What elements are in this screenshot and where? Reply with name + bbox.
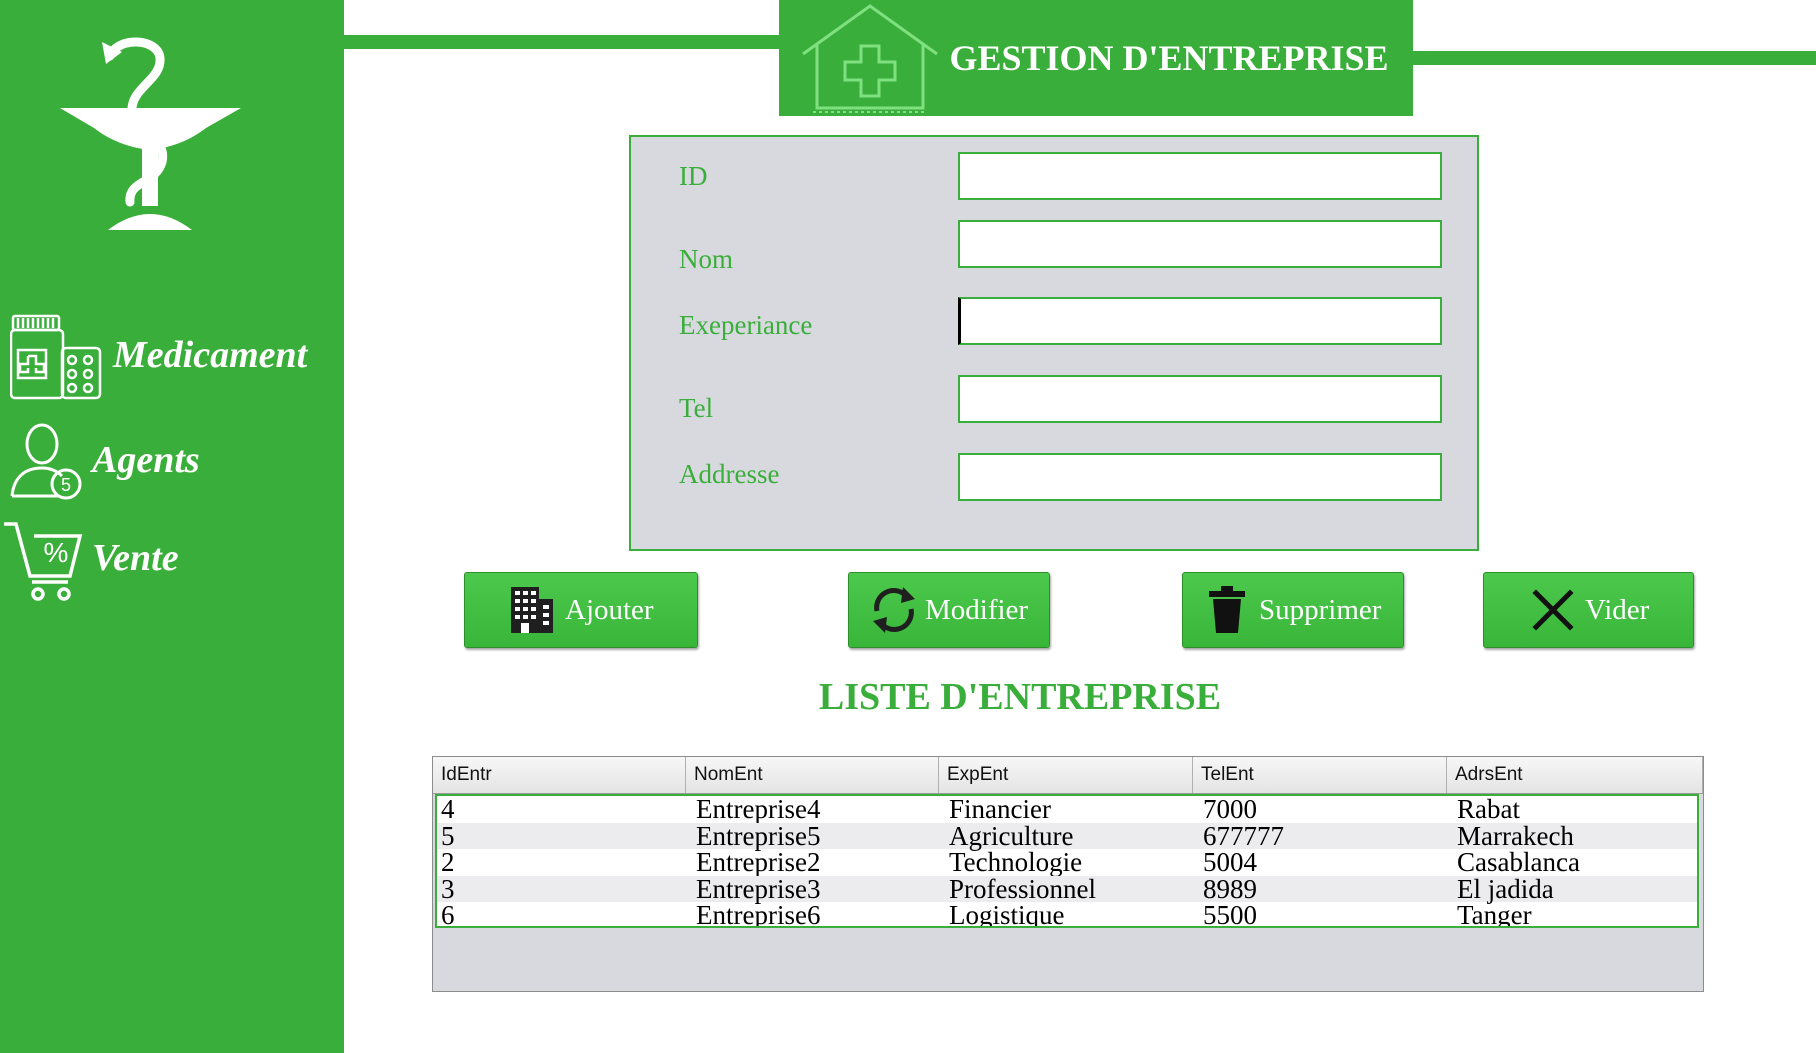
sidebar-item-label: Medicament [113,334,308,376]
cell-noment: Entreprise3 [696,873,821,904]
cell-adrsent: Marrakech [1457,820,1574,851]
sidebar-item-label: Agents [92,439,200,481]
sidebar-item-vente[interactable]: % Vente [0,518,344,601]
close-x-icon [1532,589,1574,631]
cell-expent: Agriculture [949,820,1074,851]
cell-identr: 6 [441,900,455,928]
cell-expent: Technologie [949,847,1083,877]
page-header: GESTION D'ENTREPRISE [779,0,1413,116]
cell-telent: 677777 [1203,820,1284,851]
list-title: LISTE D'ENTREPRISE [818,676,1222,718]
edit-button-label: Modifier [925,594,1029,626]
cell-adrsent: Tanger [1457,900,1532,928]
sidebar-item-agents[interactable]: 5 Agents [0,420,344,500]
agent-user-icon: 5 [10,423,82,500]
medicine-bottle-pills-icon [10,314,102,400]
cell-telent: 5004 [1203,847,1257,877]
cell-adrsent: El jadida [1457,873,1554,904]
column-header-identr[interactable]: IdEntr [433,757,686,793]
address-label: Addresse [679,459,780,489]
cell-telent: 7000 [1203,794,1257,824]
delete-button[interactable]: Supprimer [1182,572,1404,648]
clear-button-label: Vider [1585,594,1650,626]
building-icon [511,587,553,633]
cell-identr: 3 [441,873,455,904]
trash-icon [1209,586,1245,633]
table-row[interactable]: 2 Entreprise2 Technologie 5004 Casablanc… [437,849,1697,876]
cell-noment: Entreprise4 [696,794,821,824]
tel-label: Tel [679,393,714,423]
table-row[interactable]: 3 Entreprise3 Professionnel 8989 El jadi… [437,873,1697,904]
cell-noment: Entreprise2 [696,847,821,877]
experience-input[interactable] [958,297,1442,345]
cell-telent: 5500 [1203,900,1257,928]
cell-noment: Entreprise6 [696,900,821,928]
tel-input[interactable] [958,375,1442,423]
page-title: GESTION D'ENTREPRISE [949,38,1389,78]
cell-noment: Entreprise5 [696,820,821,851]
nom-input[interactable] [958,220,1442,268]
nom-label: Nom [679,244,733,274]
cell-expent: Financier [949,794,1051,824]
table-row[interactable]: 5 Entreprise5 Agriculture 677777 Marrake… [437,820,1697,851]
add-button[interactable]: Ajouter [464,572,698,648]
header-decor-line-left [344,35,780,49]
cell-adrsent: Casablanca [1457,847,1580,877]
table-header: IdEntr NomEnt ExpEnt TelEnt AdrsEnt [433,757,1703,794]
column-header-expent[interactable]: ExpEnt [939,757,1193,793]
clear-button[interactable]: Vider [1483,572,1694,648]
form-panel: ID Nom Exeperiance Tel Addresse [629,135,1479,551]
refresh-icon [873,587,915,633]
pharmacy-house-cross-icon [802,4,938,113]
svg-text:%: % [44,537,69,568]
id-label: ID [679,161,708,191]
header-decor-line-right [1412,51,1816,65]
cell-identr: 4 [441,794,455,824]
sidebar-item-label: Vente [92,537,179,579]
svg-text:5: 5 [61,475,71,495]
address-input[interactable] [958,453,1442,501]
cell-identr: 5 [441,820,455,851]
delete-button-label: Supprimer [1259,594,1382,626]
data-table: IdEntr NomEnt ExpEnt TelEnt AdrsEnt 4 En… [432,756,1704,992]
table-row[interactable]: 4 Entreprise4 Financier 7000 Rabat [437,796,1697,823]
sidebar-item-medicament[interactable]: Medicament [0,312,344,400]
edit-button[interactable]: Modifier [848,572,1050,648]
cell-identr: 2 [441,847,455,877]
cell-expent: Professionnel [949,873,1096,904]
column-header-noment[interactable]: NomEnt [686,757,939,793]
table-body: 4 Entreprise4 Financier 7000 Rabat 5 Ent… [435,794,1699,928]
sidebar: Medicament 5 Agents % Vente [0,0,344,1053]
column-header-telent[interactable]: TelEnt [1193,757,1447,793]
shopping-cart-percent-icon: % [4,522,83,601]
cell-adrsent: Rabat [1457,794,1520,824]
cell-telent: 8989 [1203,873,1257,904]
cell-expent: Logistique [949,900,1065,928]
experience-label: Exeperiance [679,310,813,340]
pharmacy-bowl-of-hygieia-icon [60,37,241,230]
table-row[interactable]: 6 Entreprise6 Logistique 5500 Tanger [437,900,1697,928]
id-input[interactable] [958,152,1442,200]
column-header-adrsent[interactable]: AdrsEnt [1447,757,1703,793]
add-button-label: Ajouter [565,594,654,626]
